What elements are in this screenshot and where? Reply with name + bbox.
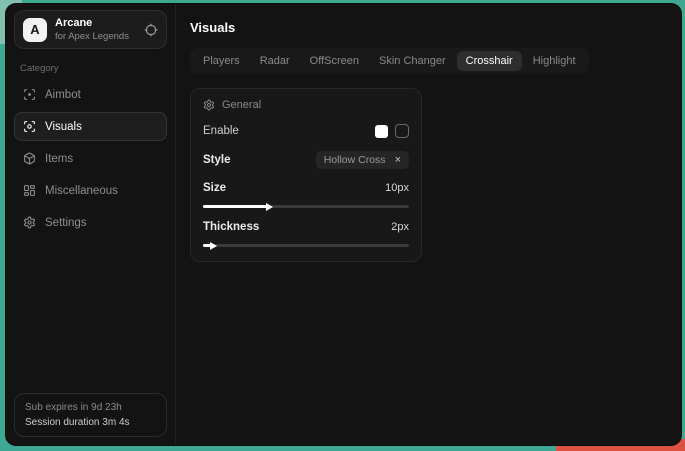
sidebar-item-label: Miscellaneous xyxy=(45,185,118,197)
thickness-row: Thickness 2px xyxy=(203,221,409,233)
sidebar-item-label: Settings xyxy=(45,217,87,229)
enable-checkbox[interactable] xyxy=(395,124,409,138)
sidebar-item-label: Aimbot xyxy=(45,89,81,101)
page-title: Visuals xyxy=(190,20,667,35)
thickness-value: 2px xyxy=(391,221,409,233)
sidebar-item-items[interactable]: Items xyxy=(14,144,167,173)
size-label: Size xyxy=(203,182,226,194)
sidebar-item-miscellaneous[interactable]: Miscellaneous xyxy=(14,176,167,205)
thickness-label: Thickness xyxy=(203,221,259,233)
style-label: Style xyxy=(203,154,231,166)
size-slider[interactable] xyxy=(203,205,409,208)
sidebar-item-settings[interactable]: Settings xyxy=(14,208,167,237)
sidebar: A Arcane for Apex Legends Category xyxy=(6,4,176,445)
sidebar-item-label: Visuals xyxy=(45,121,82,133)
subscription-info-box: Sub expires in 9d 23h Session duration 3… xyxy=(14,393,167,437)
sidebar-item-visuals[interactable]: Visuals xyxy=(14,112,167,141)
sidebar-item-label: Items xyxy=(45,153,73,165)
tab-offscreen[interactable]: OffScreen xyxy=(301,51,368,71)
tab-highlight[interactable]: Highlight xyxy=(524,51,585,71)
enable-controls xyxy=(375,124,409,138)
main-content: Visuals Players Radar OffScreen Skin Cha… xyxy=(176,4,681,445)
scan-eye-icon xyxy=(23,120,36,133)
thickness-slider[interactable] xyxy=(203,244,409,247)
gear-icon xyxy=(23,216,36,229)
crosshair-scan-icon xyxy=(23,88,36,101)
size-slider-fill xyxy=(203,205,267,208)
size-slider-thumb[interactable] xyxy=(266,203,273,211)
color-swatch[interactable] xyxy=(375,125,388,138)
close-icon[interactable]: × xyxy=(395,155,401,166)
app-name: Arcane xyxy=(55,17,136,29)
enable-label: Enable xyxy=(203,125,239,137)
category-label: Category xyxy=(20,63,161,74)
sub-expires-text: Sub expires in 9d 23h xyxy=(25,402,156,413)
thickness-slider-thumb[interactable] xyxy=(210,242,217,250)
tab-crosshair[interactable]: Crosshair xyxy=(457,51,522,71)
package-icon xyxy=(23,152,36,165)
style-row: Style Hollow Cross × xyxy=(203,151,409,169)
general-panel: General Enable Style Hollow Cross × Size… xyxy=(190,88,422,262)
panel-title: General xyxy=(222,99,261,111)
target-icon[interactable] xyxy=(144,23,158,37)
enable-row: Enable xyxy=(203,124,409,138)
size-row: Size 10px xyxy=(203,182,409,194)
style-value: Hollow Cross xyxy=(324,154,386,166)
sidebar-item-aimbot[interactable]: Aimbot xyxy=(14,80,167,109)
gear-icon xyxy=(203,99,215,111)
panel-header: General xyxy=(203,99,409,111)
app-window: A Arcane for Apex Legends Category xyxy=(6,4,681,445)
tab-players[interactable]: Players xyxy=(194,51,249,71)
app-header-card: A Arcane for Apex Legends xyxy=(14,10,167,49)
session-duration-text: Session duration 3m 4s xyxy=(25,417,156,428)
tab-skin-changer[interactable]: Skin Changer xyxy=(370,51,455,71)
thickness-slider-fill xyxy=(203,244,211,247)
tab-radar[interactable]: Radar xyxy=(251,51,299,71)
layout-grid-icon xyxy=(23,184,36,197)
size-value: 10px xyxy=(385,182,409,194)
app-subtitle: for Apex Legends xyxy=(55,31,136,42)
app-logo: A xyxy=(23,18,47,42)
tab-bar: Players Radar OffScreen Skin Changer Cro… xyxy=(190,48,589,74)
style-select[interactable]: Hollow Cross × xyxy=(316,151,409,169)
app-header-texts: Arcane for Apex Legends xyxy=(55,17,136,42)
